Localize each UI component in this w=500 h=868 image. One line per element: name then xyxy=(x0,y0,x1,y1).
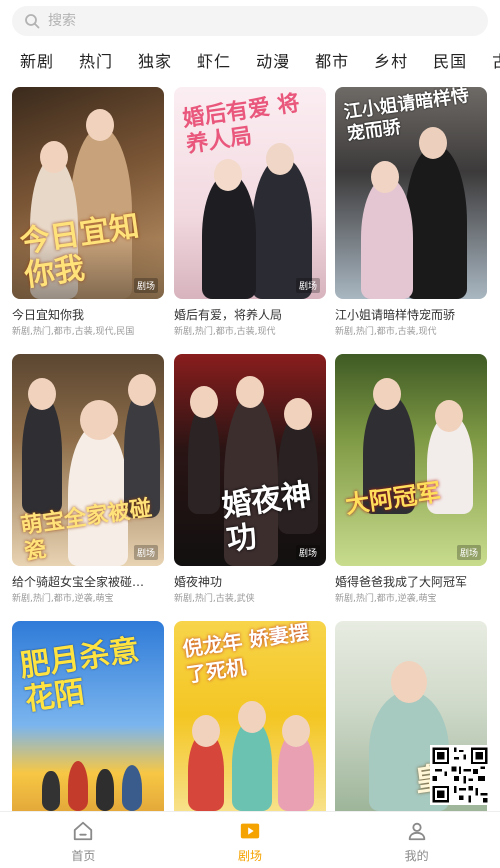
tab-xiangcun[interactable]: 乡村 xyxy=(374,48,408,72)
tab-dongman[interactable]: 动漫 xyxy=(256,48,290,72)
drama-card[interactable]: 今日宜知你我 剧场 今日宜知你我 新剧,热门,都市,古装,现代,民国 xyxy=(12,87,164,339)
play-icon xyxy=(240,823,260,839)
poster-title-art: 江小姐请暗样恃宠而骄 xyxy=(342,87,471,145)
bottom-nav: 首页 剧场 我的 xyxy=(0,811,500,868)
drama-poster[interactable]: 婚夜神功 剧场 xyxy=(174,354,326,566)
drama-tags: 新剧,热门,都市,古装,现代 xyxy=(335,327,437,337)
tab-xinju[interactable]: 新剧 xyxy=(20,48,54,72)
nav-theater[interactable]: 剧场 xyxy=(167,812,334,868)
poster-badge: 剧场 xyxy=(456,545,481,560)
poster-badge: 剧场 xyxy=(295,545,320,560)
drama-title: 婚得爸爸我成了大阿冠军 xyxy=(335,575,468,589)
search-icon xyxy=(25,14,40,29)
home-icon xyxy=(74,821,93,841)
tab-minguo[interactable]: 民国 xyxy=(433,48,467,72)
drama-poster[interactable]: 江小姐请暗样恃宠而骄 xyxy=(335,87,487,299)
drama-title: 江小姐请暗样恃宠而骄 xyxy=(335,308,456,322)
drama-poster[interactable]: 大阿冠军 剧场 xyxy=(335,354,487,566)
page: 新剧 热门 独家 虾仁 动漫 都市 乡村 民国 古装 今日宜知你我 剧场 今日宜… xyxy=(0,0,500,868)
nav-home-label: 首页 xyxy=(71,849,96,863)
drama-card[interactable]: 婚后有爱 将养人局 剧场 婚后有爱，将养人局 新剧,热门,都市,古装,现代 xyxy=(174,87,326,339)
tab-xiaren[interactable]: 虾仁 xyxy=(197,48,231,72)
drama-poster[interactable]: 今日宜知你我 剧场 xyxy=(12,87,164,299)
drama-card[interactable]: 大阿冠军 剧场 婚得爸爸我成了大阿冠军 新剧,热门,都市,逆袭,萌宝 xyxy=(335,354,487,606)
drama-tags: 新剧,热门,都市,古装,现代 xyxy=(174,327,276,337)
poster-badge: 剧场 xyxy=(133,545,158,560)
drama-card[interactable]: 肥月杀意花陌 xyxy=(12,621,164,811)
drama-poster[interactable]: 肥月杀意花陌 xyxy=(12,621,164,811)
drama-title: 给个骑超女宝全家被碰… xyxy=(12,575,145,589)
drama-card[interactable]: 婚夜神功 剧场 婚夜神功 新剧,热门,古装,武侠 xyxy=(174,354,326,606)
qr-code xyxy=(430,745,490,805)
search-bar[interactable] xyxy=(12,6,488,36)
nav-theater-label: 剧场 xyxy=(238,849,263,863)
search-input[interactable] xyxy=(46,12,450,30)
nav-mine[interactable]: 我的 xyxy=(333,812,500,868)
tab-guzhuang[interactable]: 古装 xyxy=(492,48,500,72)
drama-tags: 新剧,热门,都市,逆袭,萌宝 xyxy=(12,594,114,604)
poster-title-art: 肥月杀意花陌 xyxy=(17,632,142,718)
drama-title: 婚夜神功 xyxy=(174,575,223,589)
poster-title-art: 倪龙年 娇妻摆了死机 xyxy=(181,621,311,687)
drama-tags: 新剧,热门,都市,逆袭,萌宝 xyxy=(335,594,437,604)
tab-dujia[interactable]: 独家 xyxy=(138,48,172,72)
user-icon xyxy=(408,822,425,841)
drama-poster[interactable]: 萌宝全家被碰瓷 剧场 xyxy=(12,354,164,566)
tab-dushi[interactable]: 都市 xyxy=(315,48,349,72)
tab-remen[interactable]: 热门 xyxy=(79,48,113,72)
drama-poster[interactable]: 倪龙年 娇妻摆了死机 xyxy=(174,621,326,811)
category-tabs: 新剧 热门 独家 虾仁 动漫 都市 乡村 民国 古装 xyxy=(0,44,500,76)
drama-card[interactable]: 萌宝全家被碰瓷 剧场 给个骑超女宝全家被碰… 新剧,热门,都市,逆袭,萌宝 xyxy=(12,354,164,606)
poster-badge: 剧场 xyxy=(295,278,320,293)
poster-badge: 剧场 xyxy=(133,278,158,293)
drama-title: 今日宜知你我 xyxy=(12,308,85,322)
drama-title: 婚后有爱，将养人局 xyxy=(174,308,283,322)
drama-card[interactable]: 江小姐请暗样恃宠而骄 江小姐请暗样恃宠而骄 新剧,热门,都市,古装,现代 xyxy=(335,87,487,339)
nav-mine-label: 我的 xyxy=(404,849,429,863)
drama-tags: 新剧,热门,古装,武侠 xyxy=(174,594,255,604)
nav-home[interactable]: 首页 xyxy=(0,812,167,868)
drama-card[interactable]: 倪龙年 娇妻摆了死机 xyxy=(174,621,326,811)
poster-title-art: 婚后有爱 将养人局 xyxy=(181,90,302,158)
drama-tags: 新剧,热门,都市,古装,现代,民国 xyxy=(12,327,135,337)
drama-poster[interactable]: 婚后有爱 将养人局 剧场 xyxy=(174,87,326,299)
